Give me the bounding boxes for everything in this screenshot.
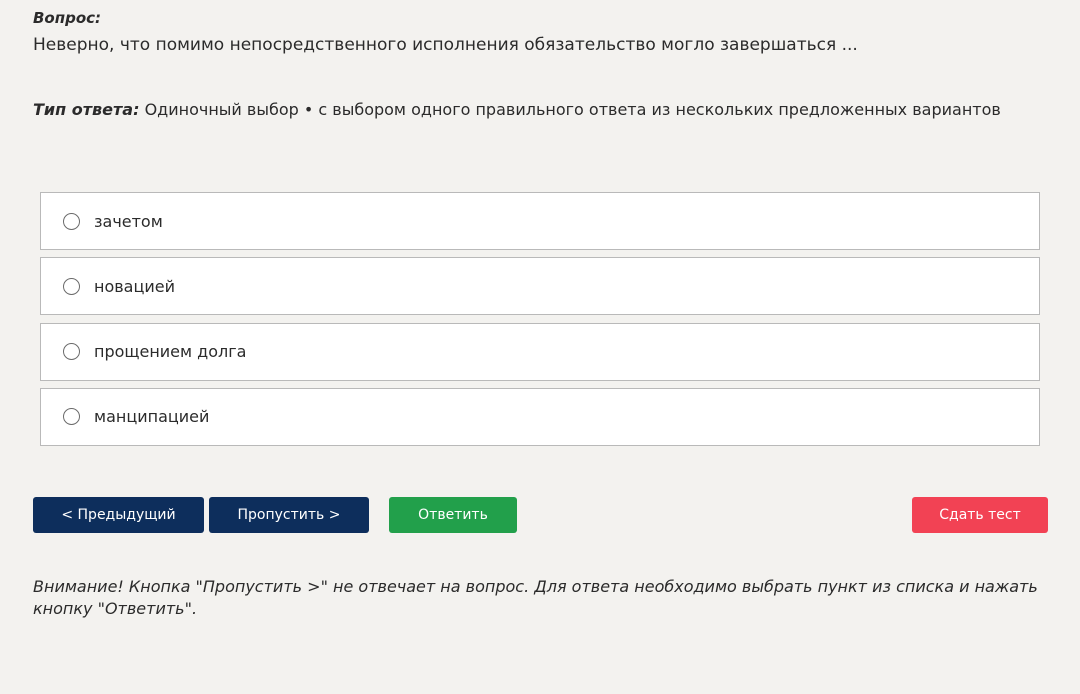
radio-button[interactable] <box>63 212 80 230</box>
answer-option[interactable]: новацией <box>40 257 1040 316</box>
answer-option[interactable]: прощением долга <box>40 322 1040 381</box>
answer-option[interactable]: зачетом <box>40 192 1040 250</box>
question-label: Вопрос: <box>33 9 102 27</box>
answer-option[interactable]: манципацией <box>40 387 1040 446</box>
answer-option-label: прощением долга <box>94 342 247 362</box>
radio-button[interactable] <box>63 408 80 426</box>
answer-type-label: Тип ответа: <box>33 100 140 119</box>
previous-button[interactable]: < Предыдущий <box>33 497 204 533</box>
answer-type: Тип ответа: Одиночный выбор • с выбором … <box>33 100 1001 119</box>
skip-button[interactable]: Пропустить > <box>209 497 369 533</box>
submit-test-button[interactable]: Сдать тест <box>912 497 1048 533</box>
answer-button[interactable]: Ответить <box>389 497 517 533</box>
radio-button[interactable] <box>63 343 80 361</box>
skip-warning-notice: Внимание! Кнопка "Пропустить >" не отвеч… <box>33 577 1038 618</box>
answer-option-label: зачетом <box>94 211 163 231</box>
question-text: Неверно, что помимо непосредственного ис… <box>33 35 858 55</box>
answer-type-value: Одиночный выбор • с выбором одного прави… <box>144 100 1001 119</box>
answer-option-label: манципацией <box>94 407 210 427</box>
answer-options-list: зачетом новацией прощением долга манципа… <box>40 192 1040 453</box>
answer-option-label: новацией <box>94 276 176 296</box>
radio-button[interactable] <box>63 277 80 295</box>
